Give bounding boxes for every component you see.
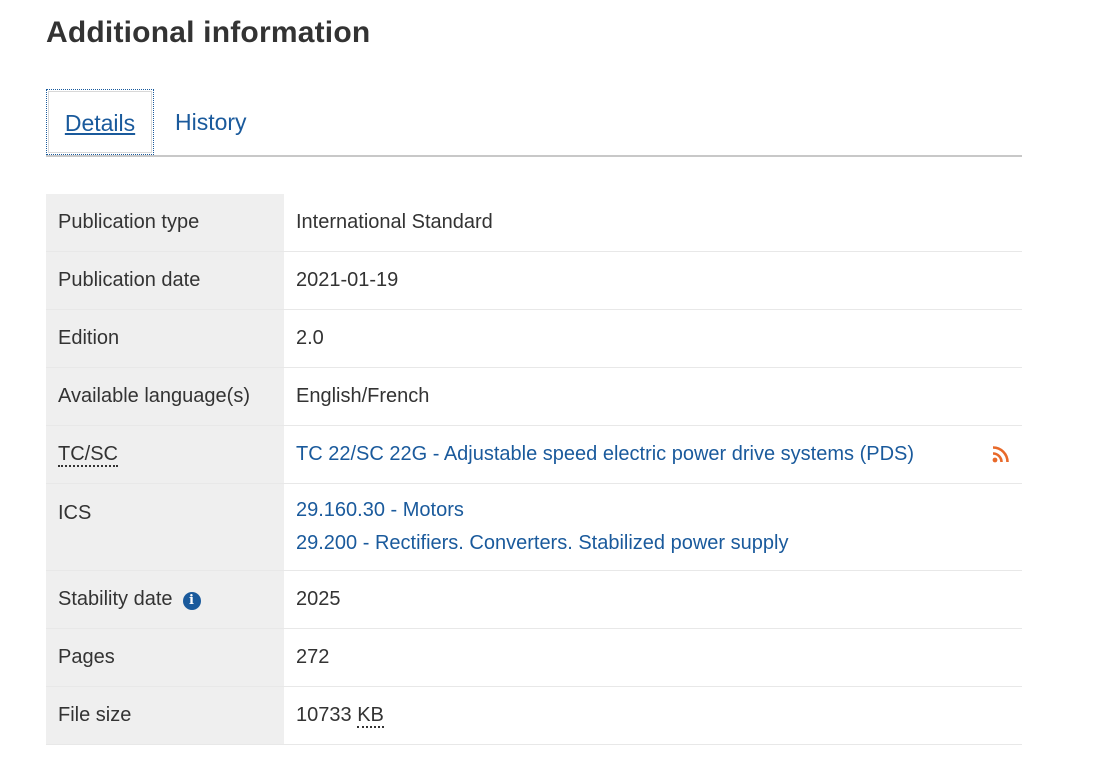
table-row: Pages 272 bbox=[46, 628, 1022, 687]
languages-value: English/French bbox=[284, 367, 1022, 426]
info-icon[interactable]: i bbox=[182, 592, 201, 610]
file-size-value: 10733 bbox=[296, 704, 352, 726]
tc-sc-link[interactable]: TC 22/SC 22G - Adjustable speed electric… bbox=[296, 443, 914, 465]
tc-sc-label-cell: TC/SC bbox=[46, 425, 284, 484]
ics-label: ICS bbox=[46, 483, 284, 571]
table-row: ICS 29.160.30 - Motors 29.200 - Rectifie… bbox=[46, 483, 1022, 571]
table-row: TC/SC TC 22/SC 22G - Adjustable speed el… bbox=[46, 425, 1022, 484]
file-size-value-cell: 10733 KB bbox=[284, 686, 1022, 745]
rss-icon[interactable] bbox=[992, 445, 1010, 463]
table-row: Publication date 2021-01-19 bbox=[46, 251, 1022, 310]
file-size-label: File size bbox=[46, 686, 284, 745]
languages-label: Available language(s) bbox=[46, 367, 284, 426]
ics-value-cell: 29.160.30 - Motors 29.200 - Rectifiers. … bbox=[284, 483, 1022, 571]
table-row: File size 10733 KB bbox=[46, 686, 1022, 745]
publication-date-value: 2021-01-19 bbox=[284, 251, 1022, 310]
edition-label: Edition bbox=[46, 309, 284, 368]
ics-link-rectifiers[interactable]: 29.200 - Rectifiers. Converters. Stabili… bbox=[296, 532, 788, 554]
table-row: Edition 2.0 bbox=[46, 309, 1022, 368]
edition-value: 2.0 bbox=[284, 309, 1022, 368]
additional-information-section: Additional information Details History P… bbox=[0, 0, 1109, 763]
pages-value: 272 bbox=[284, 628, 1022, 687]
table-row: Publication type International Standard bbox=[46, 194, 1022, 252]
table-row: Stability date i 2025 bbox=[46, 570, 1022, 629]
tc-sc-label: TC/SC bbox=[58, 443, 118, 467]
stability-date-label-cell: Stability date i bbox=[46, 570, 284, 629]
stability-date-value: 2025 bbox=[284, 570, 1022, 629]
publication-type-value: International Standard bbox=[284, 194, 1022, 252]
tab-history[interactable]: History bbox=[175, 89, 247, 155]
table-row: Available language(s) English/French bbox=[46, 367, 1022, 426]
publication-date-label: Publication date bbox=[46, 251, 284, 310]
tc-sc-value-cell: TC 22/SC 22G - Adjustable speed electric… bbox=[284, 425, 1022, 484]
tab-bar: Details History bbox=[46, 89, 1022, 157]
publication-type-label: Publication type bbox=[46, 194, 284, 252]
pages-label: Pages bbox=[46, 628, 284, 687]
stability-date-label: Stability date bbox=[58, 588, 173, 610]
details-table: Publication type International Standard … bbox=[46, 194, 1022, 745]
tab-details[interactable]: Details bbox=[46, 89, 154, 155]
section-title: Additional information bbox=[46, 16, 371, 49]
ics-link-motors[interactable]: 29.160.30 - Motors bbox=[296, 499, 464, 521]
file-size-unit: KB bbox=[357, 704, 384, 728]
